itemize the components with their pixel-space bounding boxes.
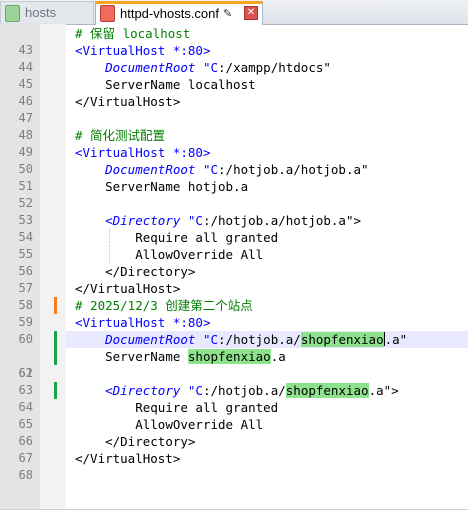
code-line: 65 Require all granted — [0, 399, 468, 431]
code-line: 51 DocumentRoot "C:/hotjob.a/hotjob.a" — [0, 161, 468, 193]
comment: # 简化测试配置 — [75, 128, 166, 143]
file-saved-icon — [5, 5, 20, 22]
code-line: 49 # 简化测试配置 — [0, 127, 468, 159]
code-line: 55 Require all granted — [0, 229, 468, 261]
tab-label: hosts — [25, 5, 57, 20]
code-editor[interactable]: 43 # 保留 localhost 44 <VirtualHost *:80> … — [0, 24, 468, 510]
search-highlight: shopfenxiao — [300, 332, 384, 347]
tag-close: </VirtualHost> — [75, 281, 181, 296]
close-tab-icon[interactable]: ✕ — [244, 6, 258, 20]
line-number: 68 — [18, 468, 33, 482]
tag-open: <VirtualHost — [75, 43, 166, 58]
search-highlight: shopfenxiao — [187, 349, 271, 364]
code-line: 50 <VirtualHost *:80> — [0, 144, 468, 176]
tag-close: </VirtualHost> — [75, 94, 181, 109]
tab-hosts[interactable]: hosts — [0, 1, 94, 23]
directive: DocumentRoot — [105, 60, 196, 75]
directive: DocumentRoot — [105, 162, 196, 177]
pin-icon[interactable]: ✎ — [223, 5, 232, 24]
tab-bar: hosts httpd-vhosts.conf ✎ ✕ — [0, 0, 468, 25]
code-line: 45 DocumentRoot "C:/xampp/htdocs" — [0, 59, 468, 91]
search-highlight: shopfenxiao — [285, 383, 369, 398]
current-line: 61 DocumentRoot "C:/hotjob.a/shopfenxiao… — [0, 331, 468, 380]
code-line: 54 <Directory "C:/hotjob.a/hotjob.a"> — [0, 212, 468, 244]
tab-label: httpd-vhosts.conf — [120, 6, 219, 21]
saved-marker — [54, 331, 57, 348]
code-line: 44 <VirtualHost *:80> — [0, 42, 468, 74]
code-line: 46 ServerName localhost — [0, 76, 468, 108]
comment: # 保留 localhost — [75, 26, 191, 41]
code-line: 48 — [0, 110, 468, 142]
tag-open: <Directory — [105, 383, 181, 398]
code-line: 47 </VirtualHost> — [0, 93, 468, 125]
code-line: 64 <Directory "C:/hotjob.a/shopfenxiao.a… — [0, 382, 468, 414]
code-line: 66 AllowOverride All — [0, 416, 468, 448]
code-line: 67 </Directory> — [0, 433, 468, 465]
comment: # 2025/12/3 创建第二个站点 — [75, 298, 253, 313]
code-line: 43 # 保留 localhost — [0, 25, 468, 57]
code-line: 59 # 2025/12/3 创建第二个站点 — [0, 297, 468, 329]
tab-httpd-vhosts-conf[interactable]: httpd-vhosts.conf ✎ ✕ — [95, 1, 263, 25]
saved-marker — [54, 348, 57, 365]
code-line: 68 </VirtualHost> — [0, 450, 468, 482]
tag-close: </VirtualHost> — [75, 451, 181, 466]
file-modified-icon — [100, 5, 115, 22]
modified-marker — [54, 297, 57, 314]
tag-close: </Directory> — [105, 434, 196, 449]
tag-open: <Directory — [105, 213, 181, 228]
directive: DocumentRoot — [105, 332, 196, 347]
code-line: 63 — [0, 365, 468, 397]
saved-marker — [54, 382, 57, 399]
tag-open: <VirtualHost — [75, 315, 166, 330]
tag-close: </Directory> — [105, 264, 196, 279]
code-line: 60 <VirtualHost *:80> — [0, 314, 468, 346]
code-line: 57 </Directory> — [0, 263, 468, 295]
code-line: 58 </VirtualHost> — [0, 280, 468, 312]
tag-open: <VirtualHost — [75, 145, 166, 160]
code-line: 52 ServerName hotjob.a — [0, 178, 468, 210]
code-lines: 43 # 保留 localhost 44 <VirtualHost *:80> … — [0, 25, 468, 482]
code-line: 53 — [0, 195, 468, 227]
code-line: 56 AllowOverride All — [0, 246, 468, 278]
code-line: 62 ServerName shopfenxiao.a — [0, 348, 468, 380]
